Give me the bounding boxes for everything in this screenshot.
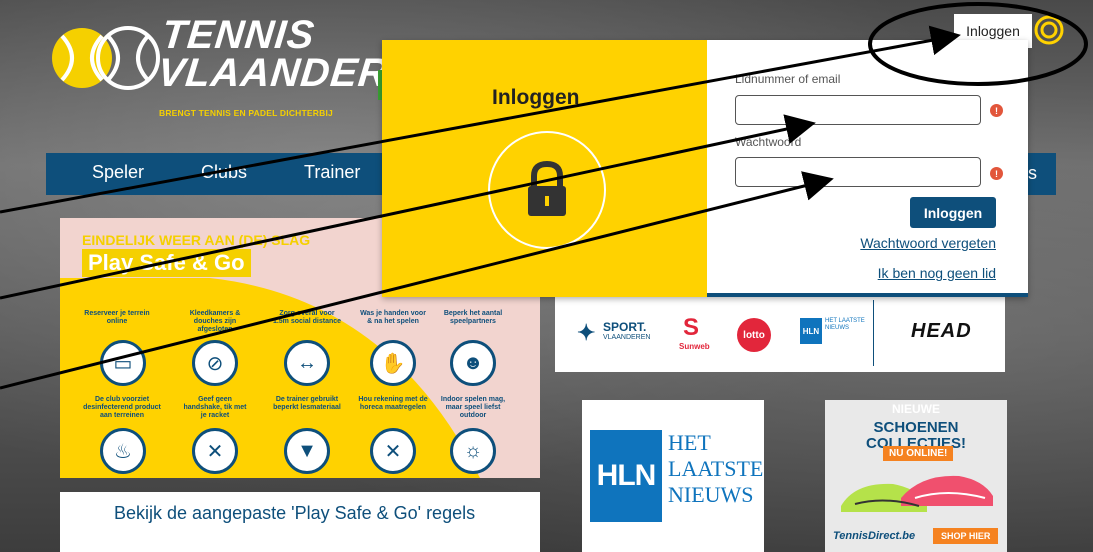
hln-ad-text: HET LAATSTE NIEUWS — [668, 430, 764, 507]
shoe-ad-new: NIEUWE — [892, 402, 940, 416]
rules-link-title[interactable]: Bekijk de aangepaste 'Play Safe & Go' re… — [114, 503, 475, 524]
shop-here-button[interactable]: SHOP HIER — [933, 528, 999, 544]
shower-icon: ⊘ — [192, 340, 238, 386]
error-icon: ! — [990, 104, 1003, 117]
shoe-ad-brand: TennisDirect.be — [833, 530, 916, 542]
rule-text: Geef geen handshake, tik met je racket — [183, 396, 247, 419]
distance-icon: ↔ — [284, 340, 330, 386]
basket-icon: ▼ — [284, 428, 330, 474]
nav-item-speler[interactable]: Speler — [92, 162, 144, 183]
page: TENNIS VLAANDEREN BRENGT TENNIS EN PADEL… — [0, 0, 1093, 552]
shoe-advertisement[interactable]: NIEUWE SCHOENEN COLLECTIES! NU ONLINE! T… — [825, 400, 1007, 552]
rule-text: Reserveer je terrein online — [84, 310, 150, 325]
nav-item-trainer[interactable]: Trainer — [304, 162, 360, 183]
error-icon: ! — [990, 167, 1003, 180]
password-label: Wachtwoord — [735, 135, 802, 149]
login-modal: Inloggen Lidnummer of email ! Wachtwoord… — [382, 40, 1028, 297]
sport-vlaanderen-sub: VLAANDEREN — [603, 334, 651, 341]
spray-icon: ♨ — [100, 428, 146, 474]
hln-small-text: HET LAATSTE NIEUWS — [825, 318, 865, 331]
rule-text: Was je handen voor & na het spelen — [360, 310, 426, 325]
rule-text: Beperk het aantal speelpartners — [443, 310, 503, 325]
rule-text: De trainer gebruikt beperkt lesmateriaal — [273, 396, 341, 411]
cutlery-icon: ✕ — [370, 428, 416, 474]
rule-text: De club voorziet desinfecterend product … — [83, 396, 161, 419]
login-modal-title: Inloggen — [492, 86, 580, 109]
rule-text: Kleedkamers & douches zijn afgesloten — [189, 310, 241, 333]
rule-text: Hou rekening met de horeca maatregelen — [358, 396, 428, 411]
banner-title: Play Safe & Go — [82, 249, 251, 277]
sport-vlaanderen-icon: ✦ — [577, 320, 596, 345]
tennis-balls-icon — [52, 26, 160, 90]
rule-text: Indoor spelen mag, maar speel liefst out… — [440, 396, 506, 419]
nav-item-partial[interactable]: s — [1028, 163, 1037, 184]
nav-item-clubs[interactable]: Clubs — [201, 162, 247, 183]
shoe-ad-badge: NU ONLINE! — [883, 446, 954, 461]
sponsor-divider — [873, 300, 874, 366]
login-modal-panel: Inloggen — [382, 40, 707, 297]
lotto-logo[interactable]: lotto — [737, 318, 771, 352]
racket-icon: ✕ — [192, 428, 238, 474]
hln-small-logo[interactable]: HLN — [800, 318, 822, 344]
head-logo[interactable]: HEAD — [911, 320, 972, 343]
modal-bottom-border — [707, 293, 1028, 297]
sunweb-icon: S — [683, 314, 700, 341]
password-input[interactable] — [735, 157, 981, 187]
login-submit-button[interactable]: Inloggen — [910, 197, 996, 228]
forgot-password-link[interactable]: Wachtwoord vergeten — [860, 235, 996, 251]
sponsor-strip: ✦ SPORT. VLAANDEREN S Sunweb lotto HLN H… — [555, 296, 1005, 372]
member-id-label: Lidnummer of email — [735, 72, 841, 86]
sun-court-icon: ☼ — [450, 428, 496, 474]
banner-heading: EINDELIJK WEER AAN (DE) SLAG — [82, 232, 311, 248]
member-id-input[interactable] — [735, 95, 981, 125]
hands-icon: ✋ — [370, 340, 416, 386]
site-logo[interactable]: TENNIS VLAANDEREN BRENGT TENNIS EN PADEL… — [45, 8, 448, 123]
hln-advertisement[interactable]: HLN HET LAATSTE NIEUWS — [582, 400, 764, 552]
sunweb-logo[interactable]: Sunweb — [679, 342, 710, 351]
not-member-link[interactable]: Ik ben nog geen lid — [878, 265, 996, 281]
logo-tagline: BRENGT TENNIS EN PADEL DICHTERBIJ — [159, 108, 333, 118]
lock-icon — [528, 160, 566, 216]
sport-vlaanderen-logo[interactable]: SPORT. — [603, 320, 646, 334]
hln-ad-logo: HLN — [590, 430, 662, 522]
user-ring-icon[interactable] — [1034, 15, 1064, 45]
sneakers-icon — [841, 475, 993, 512]
rule-text: Zorg overal voor 1.5m social distance — [272, 310, 342, 325]
people-icon: ☻ — [450, 340, 496, 386]
monitor-icon: ▭ — [100, 340, 146, 386]
rules-link-card[interactable]: Bekijk de aangepaste 'Play Safe & Go' re… — [60, 492, 540, 552]
